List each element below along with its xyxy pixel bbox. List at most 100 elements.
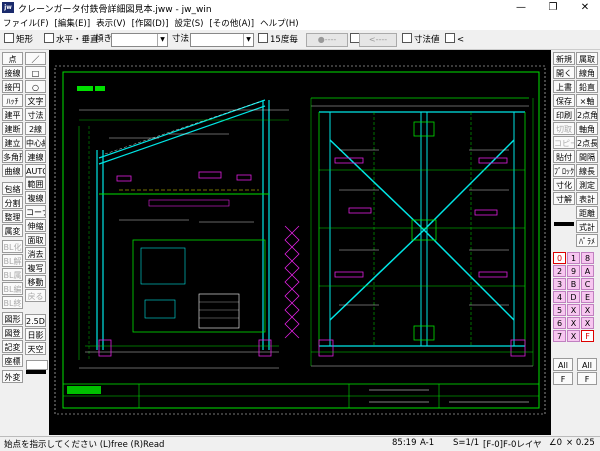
- tool-text[interactable]: 文字: [25, 94, 46, 107]
- layer-c[interactable]: C: [581, 278, 594, 290]
- menu-other[interactable]: [その他(A)]: [206, 16, 257, 30]
- menu-file[interactable]: ファイル(F): [0, 16, 52, 30]
- tool-arrange[interactable]: 整理: [2, 210, 23, 223]
- tool-2-5d[interactable]: 2.5D: [25, 314, 46, 327]
- two-point-angle-button[interactable]: 2点角: [576, 108, 598, 121]
- layer-9[interactable]: 9: [567, 265, 580, 277]
- status-paper-size[interactable]: A-1: [420, 438, 434, 448]
- layer-e[interactable]: E: [581, 291, 594, 303]
- layer-3[interactable]: 3: [553, 278, 566, 290]
- tool-dimension[interactable]: 寸法: [25, 108, 46, 121]
- tool-block-create[interactable]: BL化: [2, 240, 23, 253]
- line-width-preview[interactable]: [554, 222, 574, 226]
- tool-attribute-change[interactable]: 属変: [2, 224, 23, 237]
- tool-tangent-circle[interactable]: 接円: [2, 80, 23, 93]
- distance-button[interactable]: 距離: [576, 206, 598, 219]
- layer-f[interactable]: F: [581, 330, 594, 342]
- maximize-button[interactable]: ❐: [538, 0, 568, 16]
- layer-x-6[interactable]: X: [581, 304, 594, 316]
- deg15-checkbox[interactable]: 15度毎: [258, 33, 298, 46]
- horizontal-vertical-checkbox[interactable]: 水平・垂直: [44, 33, 99, 46]
- menu-help[interactable]: ヘルプ(H): [257, 16, 302, 30]
- layer-x-7[interactable]: X: [567, 317, 580, 329]
- layer-b[interactable]: B: [567, 278, 580, 290]
- layer-7[interactable]: 7: [553, 330, 566, 342]
- tool-erase[interactable]: 消去: [25, 247, 46, 260]
- cut-button[interactable]: 切取: [553, 122, 575, 135]
- status-zoom[interactable]: × 0.25: [566, 438, 595, 448]
- tool-coordinate[interactable]: 座標: [2, 354, 23, 367]
- block-button[interactable]: ﾌﾞﾛｯｸ: [553, 164, 575, 177]
- formula-calc-button[interactable]: 式計: [576, 220, 598, 233]
- arrow-type-button[interactable]: <----: [359, 33, 397, 47]
- tool-auto[interactable]: AUTO: [25, 164, 46, 177]
- layer-a[interactable]: A: [581, 265, 594, 277]
- tool-elevation[interactable]: 建立: [2, 136, 23, 149]
- file-save-button[interactable]: 保存: [553, 94, 575, 107]
- line-color-preview[interactable]: [26, 370, 46, 374]
- tool-section[interactable]: 建断: [2, 122, 23, 135]
- tool-rectangle[interactable]: □: [25, 66, 46, 79]
- tool-block-attribute[interactable]: BL属: [2, 268, 23, 281]
- measure-button[interactable]: 測定: [576, 178, 598, 191]
- tool-envelope[interactable]: 包絡: [2, 182, 23, 195]
- print-button[interactable]: 印刷: [553, 108, 575, 121]
- layer-group-all-button[interactable]: All: [577, 358, 597, 371]
- tool-figure[interactable]: 図形: [2, 312, 23, 325]
- tool-range[interactable]: 範囲: [25, 177, 46, 190]
- menu-settings[interactable]: 設定(S): [171, 16, 206, 30]
- tilt-combo[interactable]: ▼: [111, 33, 168, 47]
- menu-view[interactable]: 表示(V): [93, 16, 128, 30]
- paste-button[interactable]: 貼付: [553, 150, 575, 163]
- tool-tangent-line[interactable]: 接線: [2, 66, 23, 79]
- tool-point[interactable]: 点: [2, 52, 23, 65]
- tool-offset[interactable]: 複線: [25, 191, 46, 204]
- close-button[interactable]: ✕: [570, 0, 600, 16]
- status-angle[interactable]: ∠0: [549, 438, 562, 448]
- layer-8[interactable]: 8: [581, 252, 594, 264]
- dimension-convert-button[interactable]: 寸化: [553, 178, 575, 191]
- file-new-button[interactable]: 新規: [553, 52, 575, 65]
- tool-block-edit[interactable]: BL編: [2, 282, 23, 295]
- tool-move[interactable]: 移動: [25, 275, 46, 288]
- x-axis-button[interactable]: ×軸: [576, 94, 598, 107]
- tool-shadow[interactable]: 日影: [25, 328, 46, 341]
- layer-group-f-button[interactable]: F: [577, 372, 597, 385]
- line-style-preview[interactable]: [26, 360, 48, 370]
- tool-block-end[interactable]: BL終: [2, 296, 23, 309]
- layer-x-9[interactable]: X: [567, 330, 580, 342]
- dimension-explode-button[interactable]: 寸解: [553, 192, 575, 205]
- layer-x-5[interactable]: X: [567, 304, 580, 316]
- layer-f-button[interactable]: F: [553, 372, 573, 385]
- line-type-button[interactable]: ●----: [306, 33, 348, 47]
- attribute-pick-button[interactable]: 属取: [576, 52, 598, 65]
- status-layer[interactable]: [F-0]F-0レイヤ: [483, 438, 542, 450]
- layer-4[interactable]: 4: [553, 291, 566, 303]
- tool-plan[interactable]: 建平: [2, 108, 23, 121]
- dimension-value-checkbox[interactable]: 寸法値: [402, 33, 440, 46]
- minimize-button[interactable]: —: [506, 0, 536, 16]
- layer-1[interactable]: 1: [567, 252, 580, 264]
- tool-block-explode[interactable]: BL解: [2, 254, 23, 267]
- tool-curve[interactable]: 曲線: [2, 164, 23, 177]
- tool-figure-register[interactable]: 図登: [2, 326, 23, 339]
- tool-double-line[interactable]: 2線: [25, 122, 46, 135]
- tool-external-change[interactable]: 外変: [2, 370, 23, 383]
- dimension-combo[interactable]: ▼: [190, 33, 254, 47]
- tool-corner[interactable]: コーナー: [25, 205, 46, 218]
- tool-connect-line[interactable]: 連線: [25, 150, 46, 163]
- layer-2[interactable]: 2: [553, 265, 566, 277]
- line-length-button[interactable]: 線長: [576, 164, 598, 177]
- status-scale[interactable]: S=1/1: [453, 438, 479, 448]
- line-angle-button[interactable]: 線角: [576, 66, 598, 79]
- layer-d[interactable]: D: [567, 291, 580, 303]
- tool-chamfer[interactable]: 面取: [25, 233, 46, 246]
- rect-checkbox[interactable]: 矩形: [4, 33, 33, 46]
- tool-copy[interactable]: 複写: [25, 261, 46, 274]
- layer-all-button[interactable]: All: [553, 358, 573, 371]
- layer-0[interactable]: 0: [553, 252, 566, 264]
- tool-line[interactable]: ／: [25, 52, 46, 65]
- vertical-angle-button[interactable]: 鉛直: [576, 80, 598, 93]
- table-calc-button[interactable]: 表計: [576, 192, 598, 205]
- drawing-canvas[interactable]: [49, 50, 551, 435]
